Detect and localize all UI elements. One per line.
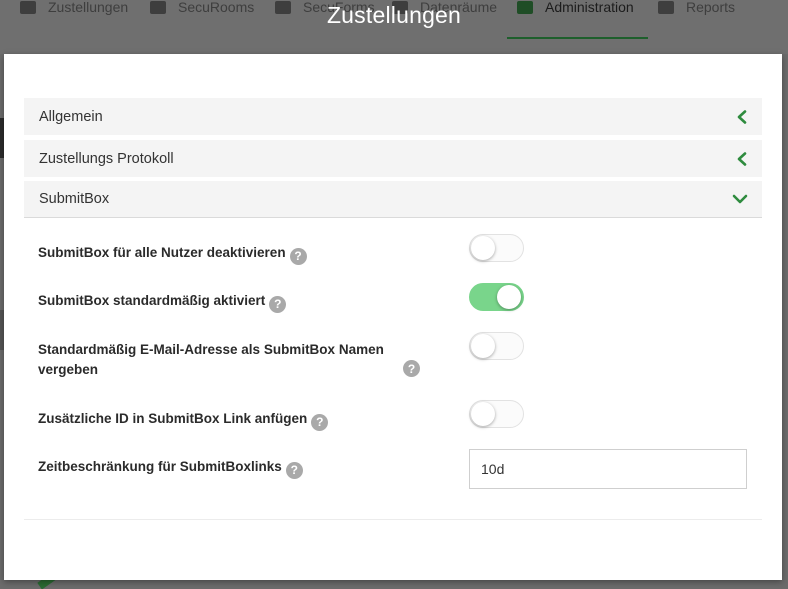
help-icon[interactable]: ?	[285, 461, 303, 479]
toggle-knob	[471, 236, 495, 260]
accordion-label: Zustellungs Protokoll	[39, 150, 174, 167]
setting-time-limit-label: Zeitbeschränkung für SubmitBoxlinks?	[38, 457, 303, 479]
setting-label-text: Zusätzliche ID in SubmitBox Link anfügen	[38, 411, 308, 426]
setting-label-text: SubmitBox für alle Nutzer deaktivieren	[38, 245, 286, 260]
chevron-left-icon	[737, 109, 747, 124]
help-icon[interactable]: ?	[311, 413, 329, 431]
chevron-down-icon	[732, 194, 748, 204]
accordion-label: Allgemein	[39, 108, 103, 125]
setting-label-text: SubmitBox standardmäßig aktiviert	[38, 293, 266, 308]
setting-disable-submitbox-label: SubmitBox für alle Nutzer deaktivieren?	[38, 243, 307, 265]
help-icon[interactable]: ?	[269, 295, 287, 313]
setting-label-line: vergeben	[38, 362, 99, 377]
accordion-submitbox[interactable]: SubmitBox	[24, 181, 762, 218]
modal-title: Zustellungen	[326, 2, 462, 28]
setting-label-text: Zeitbeschränkung für SubmitBoxlinks	[38, 459, 282, 474]
setting-default-enabled-label: SubmitBox standardmäßig aktiviert?	[38, 291, 287, 313]
setting-label-line: Standardmäßig E-Mail-Adresse als SubmitB…	[38, 342, 384, 357]
accordion-label: SubmitBox	[39, 191, 110, 207]
settings-modal: Allgemein Zustellungs Protokoll SubmitBo…	[4, 54, 782, 580]
help-icon[interactable]: ?	[289, 247, 307, 265]
setting-email-as-name-label: Standardmäßig E-Mail-Adresse als SubmitB…	[38, 340, 418, 380]
toggle-default-enabled[interactable]	[469, 283, 524, 311]
toggle-additional-id[interactable]	[469, 400, 524, 428]
time-limit-input[interactable]	[469, 449, 747, 489]
toggle-knob	[497, 285, 521, 309]
toggle-knob	[471, 402, 495, 426]
toggle-email-as-name[interactable]	[469, 332, 524, 360]
toggle-knob	[471, 334, 495, 358]
toggle-disable-submitbox[interactable]	[469, 234, 524, 262]
setting-additional-id-label: Zusätzliche ID in SubmitBox Link anfügen…	[38, 409, 329, 431]
active-tab-underline	[507, 37, 648, 39]
accordion-allgemein[interactable]: Allgemein	[24, 98, 762, 135]
help-icon[interactable]: ?	[403, 360, 420, 377]
accordion-zustellungs-protokoll[interactable]: Zustellungs Protokoll	[24, 140, 762, 177]
section-divider	[24, 519, 762, 520]
chevron-left-icon	[737, 151, 747, 166]
